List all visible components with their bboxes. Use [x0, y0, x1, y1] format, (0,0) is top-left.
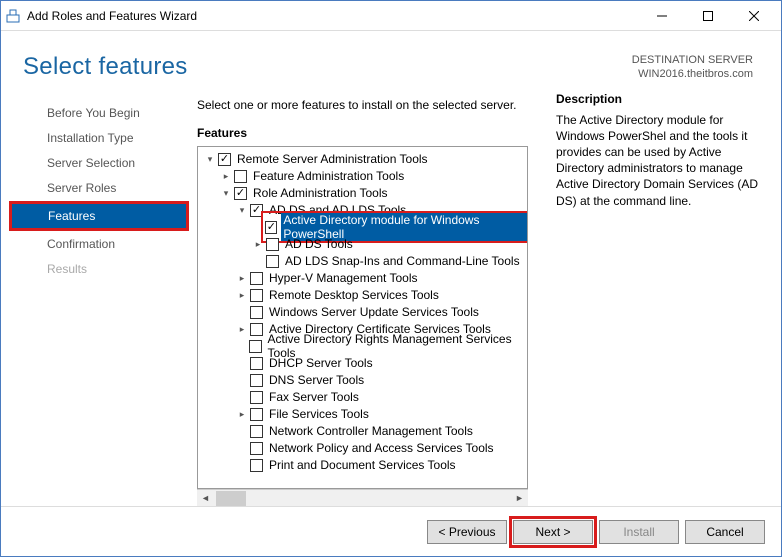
checkbox[interactable]: [265, 221, 277, 234]
tree-item[interactable]: Network Controller Management Tools: [200, 423, 527, 440]
expand-icon[interactable]: ▸: [236, 290, 248, 301]
checkbox[interactable]: [250, 306, 263, 319]
tree-label: Windows Server Update Services Tools: [267, 305, 481, 319]
features-tree[interactable]: ▾Remote Server Administration Tools▸Feat…: [197, 146, 528, 489]
description-label: Description: [556, 92, 761, 106]
features-label: Features: [197, 126, 528, 140]
app-icon: [5, 8, 21, 24]
destination-server: WIN2016.theitbros.com: [632, 67, 753, 81]
tree-item[interactable]: ▸ Feature Administration Tools: [200, 168, 527, 185]
expand-icon[interactable]: ▾: [236, 205, 248, 216]
checkbox[interactable]: [234, 170, 247, 183]
checkbox[interactable]: [250, 204, 263, 217]
tree-item[interactable]: ▸ File Services Tools: [200, 406, 527, 423]
checkbox[interactable]: [234, 187, 247, 200]
titlebar: Add Roles and Features Wizard: [1, 1, 781, 31]
checkbox[interactable]: [250, 425, 263, 438]
checkbox[interactable]: [250, 323, 263, 336]
nav-sidebar: Before You BeginInstallation TypeServer …: [1, 92, 197, 506]
scroll-track[interactable]: [214, 490, 511, 507]
nav-item-features[interactable]: Features: [12, 204, 186, 228]
next-button[interactable]: Next >: [513, 520, 593, 544]
destination-info: DESTINATION SERVER WIN2016.theitbros.com: [632, 53, 753, 82]
nav-item-before-you-begin[interactable]: Before You Begin: [11, 101, 187, 125]
checkbox[interactable]: [250, 459, 263, 472]
tree-item[interactable]: Active Directory Rights Management Servi…: [200, 338, 527, 355]
tree-item[interactable]: Active Directory module for Windows Powe…: [200, 219, 527, 236]
tree-item[interactable]: AD LDS Snap-Ins and Command-Line Tools: [200, 253, 527, 270]
expand-icon[interactable]: ▸: [236, 273, 248, 284]
expand-icon[interactable]: ▸: [220, 171, 232, 182]
tree-label: Network Policy and Access Services Tools: [267, 441, 496, 455]
tree-item[interactable]: ▸ Hyper-V Management Tools: [200, 270, 527, 287]
maximize-button[interactable]: [685, 1, 731, 31]
expand-icon[interactable]: ▾: [220, 188, 232, 199]
tree-label: AD DS Tools: [283, 237, 355, 251]
page-title: Select features: [23, 53, 188, 81]
destination-label: DESTINATION SERVER: [632, 53, 753, 67]
tree-item[interactable]: Fax Server Tools: [200, 389, 527, 406]
tree-label: Hyper-V Management Tools: [267, 271, 420, 285]
scroll-left-button[interactable]: ◄: [197, 490, 214, 507]
expand-icon[interactable]: ▸: [252, 239, 264, 250]
tree-label: Remote Server Administration Tools: [235, 152, 430, 166]
checkbox[interactable]: [250, 391, 263, 404]
checkbox[interactable]: [266, 255, 279, 268]
checkbox[interactable]: [250, 408, 263, 421]
scroll-thumb[interactable]: [216, 491, 246, 506]
tree-label: Feature Administration Tools: [251, 169, 406, 183]
scroll-right-button[interactable]: ►: [511, 490, 528, 507]
checkbox[interactable]: [250, 272, 263, 285]
window-buttons: [639, 1, 777, 31]
tree-label: Remote Desktop Services Tools: [267, 288, 441, 302]
install-button[interactable]: Install: [599, 520, 679, 544]
window-title: Add Roles and Features Wizard: [27, 9, 639, 23]
expand-icon[interactable]: ▸: [236, 409, 248, 420]
nav-item-installation-type[interactable]: Installation Type: [11, 126, 187, 150]
checkbox[interactable]: [250, 442, 263, 455]
tree-item[interactable]: Network Policy and Access Services Tools: [200, 440, 527, 457]
tree-item[interactable]: ▾ Remote Server Administration Tools: [200, 151, 527, 168]
tree-label: DNS Server Tools: [267, 373, 366, 387]
checkbox[interactable]: [266, 238, 279, 251]
checkbox[interactable]: [249, 340, 261, 353]
instruction-text: Select one or more features to install o…: [197, 98, 528, 112]
nav-item-confirmation[interactable]: Confirmation: [11, 232, 187, 256]
tree-label: Role Administration Tools: [251, 186, 390, 200]
checkbox[interactable]: [250, 357, 263, 370]
minimize-button[interactable]: [639, 1, 685, 31]
tree-label: Fax Server Tools: [267, 390, 361, 404]
expand-icon[interactable]: ▸: [236, 324, 248, 335]
tree-item[interactable]: ▾ Role Administration Tools: [200, 185, 527, 202]
previous-button[interactable]: < Previous: [427, 520, 507, 544]
footer: < Previous Next > Install Cancel: [1, 506, 781, 556]
nav-item-results: Results: [11, 257, 187, 281]
expand-icon[interactable]: ▾: [204, 154, 216, 165]
tree-label: DHCP Server Tools: [267, 356, 375, 370]
checkbox[interactable]: [218, 153, 231, 166]
tree-item[interactable]: ▸ Remote Desktop Services Tools: [200, 287, 527, 304]
horizontal-scrollbar[interactable]: ◄ ►: [197, 489, 528, 506]
tree-label: File Services Tools: [267, 407, 371, 421]
nav-item-server-selection[interactable]: Server Selection: [11, 151, 187, 175]
tree-item[interactable]: Print and Document Services Tools: [200, 457, 527, 474]
tree-label: Print and Document Services Tools: [267, 458, 458, 472]
checkbox[interactable]: [250, 374, 263, 387]
cancel-button[interactable]: Cancel: [685, 520, 765, 544]
wizard-window: Add Roles and Features Wizard Select fea…: [0, 0, 782, 557]
tree-item[interactable]: DNS Server Tools: [200, 372, 527, 389]
nav-item-server-roles[interactable]: Server Roles: [11, 176, 187, 200]
description-text: The Active Directory module for Windows …: [556, 112, 761, 209]
tree-item[interactable]: Windows Server Update Services Tools: [200, 304, 527, 321]
checkbox[interactable]: [250, 289, 263, 302]
tree-label: AD LDS Snap-Ins and Command-Line Tools: [283, 254, 522, 268]
close-button[interactable]: [731, 1, 777, 31]
header: Select features DESTINATION SERVER WIN20…: [1, 31, 781, 88]
tree-label: Network Controller Management Tools: [267, 424, 475, 438]
